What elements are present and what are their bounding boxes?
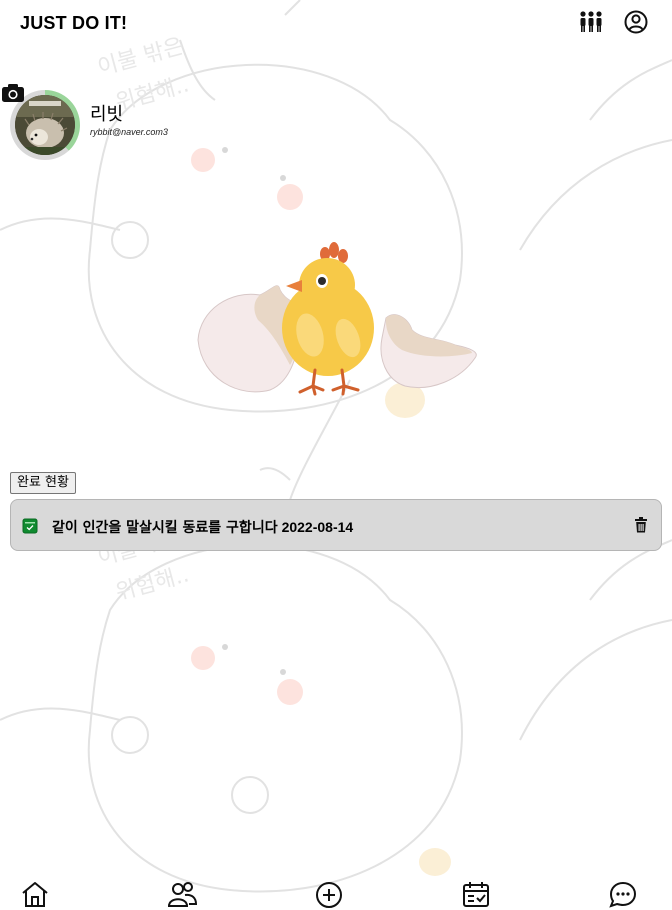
checkbox-icon[interactable] (22, 518, 38, 534)
svg-text:위험해..: 위험해.. (113, 562, 192, 605)
chat-icon[interactable] (608, 880, 638, 908)
user-circle-icon[interactable] (623, 9, 649, 35)
bottom-nav (0, 873, 672, 910)
team-icon[interactable] (578, 9, 604, 35)
calendar-check-icon[interactable] (461, 880, 491, 908)
todo-item[interactable]: 같이 인간을 말살시킬 동료를 구합니다 2022-08-14 (10, 499, 662, 551)
avatar[interactable] (15, 95, 75, 155)
todo-title: 같이 인간을 말살시킬 동료를 구합니다 (52, 520, 278, 536)
profile-section: 리빗 rybbit@naver.com3 (0, 80, 300, 170)
completion-status-button[interactable]: 완료 현황 (10, 472, 76, 494)
trash-icon[interactable] (634, 517, 648, 533)
chick-illustration (190, 240, 485, 425)
app-title: JUST DO IT! (20, 13, 128, 33)
todo-text: 같이 인간을 말살시킬 동료를 구합니다 2022-08-14 (52, 517, 353, 537)
camera-icon[interactable] (2, 84, 24, 102)
friends-icon[interactable] (167, 880, 197, 908)
todo-date: 2022-08-14 (281, 519, 354, 535)
home-icon[interactable] (20, 880, 50, 908)
user-name: 리빗 (90, 104, 124, 124)
top-header: JUST DO IT! (0, 0, 672, 48)
user-email: rybbit@naver.com3 (90, 127, 168, 137)
add-icon[interactable] (314, 880, 344, 908)
